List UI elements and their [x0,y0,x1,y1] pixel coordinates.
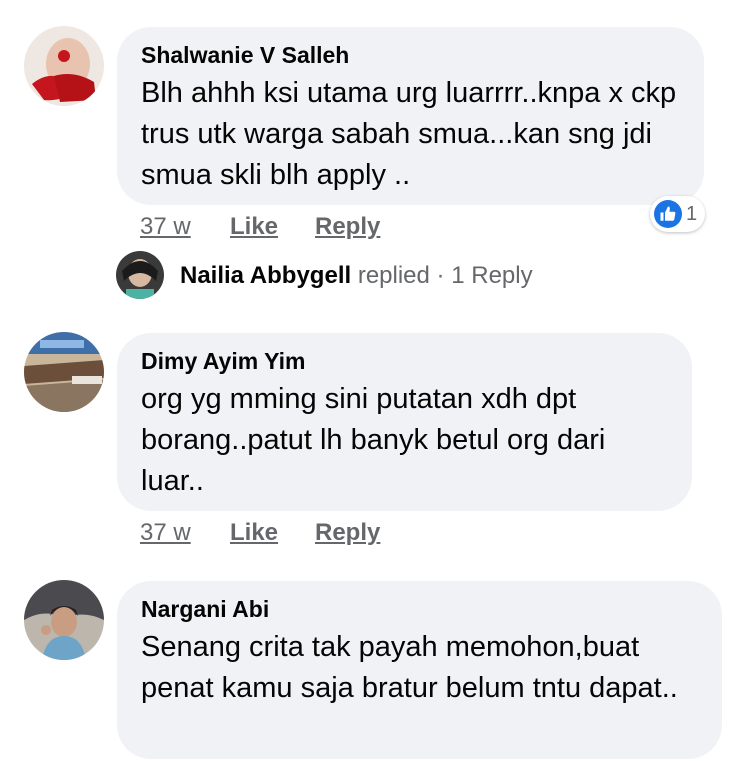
comment-text: Blh ahhh ksi utama urg luarrrr..knpa x c… [141,77,677,191]
avatar[interactable] [24,580,104,660]
comment-text: org yg mming sini putatan xdh dpt borang… [141,383,606,497]
like-thumb-icon [654,200,682,228]
reply-button[interactable]: Reply [315,212,380,242]
reply-count[interactable]: 1 Reply [451,262,532,289]
reaction-badge[interactable]: 1 [650,196,706,232]
reaction-count: 1 [686,202,698,225]
like-button[interactable]: Like [230,212,278,242]
comment-author[interactable]: Shalwanie V Salleh [141,41,680,69]
reply-action: replied [357,262,430,289]
comment-timestamp[interactable]: 37 w [140,212,191,242]
comment-author[interactable]: Dimy Ayim Yim [141,347,668,375]
comment-actions: 37 w Like Reply [140,518,540,548]
comment-bubble: Shalwanie V Salleh Blh ahhh ksi utama ur… [117,27,704,205]
like-button[interactable]: Like [230,518,278,548]
comment-bubble: Dimy Ayim Yim org yg mming sini putatan … [117,333,692,511]
avatar[interactable] [24,332,104,412]
avatar[interactable] [24,26,104,106]
view-replies-link[interactable]: Nailia Abbygell replied · 1 Reply [180,261,533,291]
comment-actions: 37 w Like Reply [140,212,540,242]
reply-separator: · [436,262,445,289]
comment-author[interactable]: Nargani Abi [141,595,698,623]
comment-text: Senang crita tak payah memohon,buat pena… [141,631,678,704]
comment-bubble: Nargani Abi Senang crita tak payah memoh… [117,581,722,759]
reply-button[interactable]: Reply [315,518,380,548]
comment-timestamp[interactable]: 37 w [140,518,191,548]
reply-avatar[interactable] [116,251,164,299]
reply-author[interactable]: Nailia Abbygell [180,262,351,289]
